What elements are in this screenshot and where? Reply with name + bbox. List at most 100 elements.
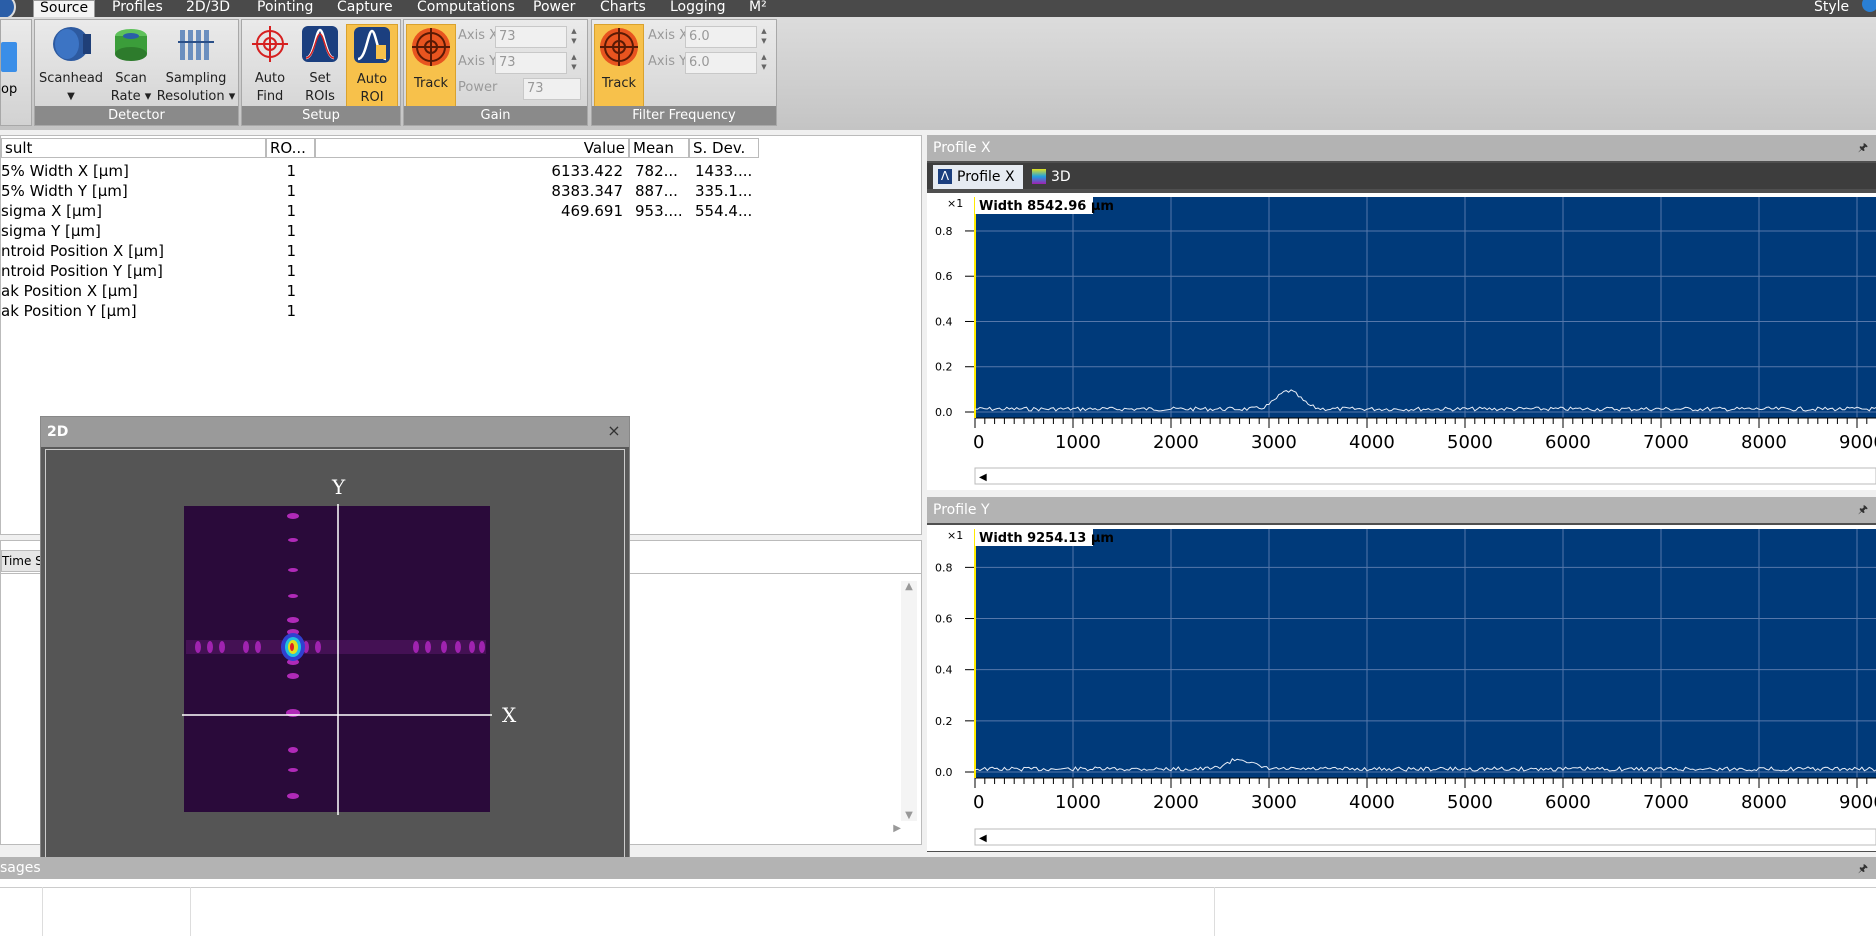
beam-image-viewport: Y X [45, 449, 625, 859]
x-tick-label: 1000 [1055, 432, 1101, 453]
pin-icon[interactable]: 🖈 [1858, 501, 1868, 520]
gain-power-label: Power [458, 80, 498, 95]
vertical-scrollbar[interactable]: ▲ ▼ [901, 581, 917, 821]
scanhead-button[interactable]: Scanhead ▼ [39, 24, 103, 106]
gain-axis-y-input[interactable]: 73 [495, 52, 567, 74]
result-name: 5% Width X [µm] [1, 162, 129, 180]
plot-area [975, 529, 1876, 778]
tab-source[interactable]: Source [33, 0, 96, 18]
table-row[interactable]: 5% Width Y [µm] 1 8383.347 887... 335.1... [1, 181, 901, 201]
horizontal-scrollbar[interactable]: ▶ [621, 823, 901, 839]
table-row[interactable]: ak Position Y [µm] 1 [1, 301, 901, 321]
filter-axis-x-input[interactable]: 6.0 [685, 26, 757, 48]
tab-computations[interactable]: Computations [417, 0, 515, 17]
set-rois-button[interactable]: Set ROIs [295, 24, 345, 106]
x-tick-label: 7000 [1643, 432, 1689, 453]
y-tick-label: 0.2 [935, 715, 953, 728]
pin-icon[interactable]: 🖈 [1858, 139, 1868, 158]
tab-capture[interactable]: Capture [337, 0, 393, 17]
filter-track-button[interactable]: Track [594, 24, 644, 108]
y-tick-label: 0.6 [935, 270, 953, 283]
table-row[interactable]: ntroid Position Y [µm] 1 [1, 261, 901, 281]
y-tick-label: 0.0 [935, 766, 953, 779]
x-tick-label: 5000 [1447, 792, 1493, 813]
x-tick-label: 7000 [1643, 792, 1689, 813]
stop-button[interactable]: op [1, 82, 17, 97]
tab-2d3d[interactable]: 2D/3D [186, 0, 230, 17]
scroll-right-arrow[interactable]: ▶ [893, 823, 901, 834]
result-roi: 1 [286, 262, 296, 280]
window-2d-title[interactable]: 2D [41, 417, 629, 447]
table-row[interactable]: ntroid Position X [µm] 1 [1, 241, 901, 261]
auto-find-button[interactable]: Auto Find [245, 24, 295, 106]
auto-roi-button[interactable]: Auto ROI [346, 24, 398, 108]
tab-power[interactable]: Power [533, 0, 575, 17]
window-2d[interactable]: 2D × Y X [40, 416, 630, 864]
scan-rate-button[interactable]: Scan Rate ▾ [101, 24, 161, 106]
gain-axis-x-input[interactable]: 73 [495, 26, 567, 48]
x-tick-label: 5000 [1447, 432, 1493, 453]
column-header-mean[interactable]: Mean [629, 138, 689, 158]
auto-roi-icon [354, 27, 390, 63]
tab-profile-x[interactable]: Λ Profile X [933, 165, 1023, 189]
table-row[interactable]: sigma X [µm] 1 469.691 953.... 554.4... [1, 201, 901, 221]
result-name: 5% Width Y [µm] [1, 182, 128, 200]
scroll-up-arrow[interactable]: ▲ [901, 581, 917, 592]
gain-track-button[interactable]: Track [406, 24, 456, 108]
filter-axis-x-label: Axis X [648, 28, 689, 43]
y-tick-label: 0.0 [935, 406, 953, 419]
filter-axis-y-stepper[interactable]: ▲ ▼ [757, 52, 771, 74]
tab-logging[interactable]: Logging [670, 0, 726, 17]
column-header-sdev[interactable]: S. Dev. [689, 138, 759, 158]
messages-grid-divider [42, 887, 43, 936]
pin-icon[interactable]: 🖈 [1858, 860, 1868, 879]
x-tick-label: 9000 [1839, 792, 1876, 813]
result-roi: 1 [286, 162, 296, 180]
x-axis-label: X [502, 703, 517, 727]
column-header-result[interactable]: sult [1, 138, 266, 158]
beam-image: Y X [182, 475, 517, 815]
filter-axis-y-input[interactable]: 6.0 [685, 52, 757, 74]
column-header-value[interactable]: Value [315, 138, 629, 158]
sampling-resolution-button[interactable]: Sampling Resolution ▾ [153, 24, 239, 106]
scroll-left-arrow[interactable]: ◀ [979, 472, 987, 483]
tab-pointing[interactable]: Pointing [257, 0, 313, 17]
width-label: Width 8542.96 µm [979, 199, 1114, 214]
gain-axis-x-stepper[interactable]: ▲ ▼ [567, 26, 581, 48]
result-name: sigma Y [µm] [1, 222, 101, 240]
tab-charts[interactable]: Charts [600, 0, 646, 17]
table-row[interactable]: 5% Width X [µm] 1 6133.422 782... 1433.... [1, 161, 901, 181]
profile-y-title: Profile Y [927, 497, 1876, 523]
horizontal-scrollbar[interactable] [974, 467, 1876, 485]
result-name: ntroid Position X [µm] [1, 242, 164, 260]
result-sdev: 1433.... [695, 162, 753, 180]
track-icon [600, 28, 638, 66]
gain-axis-y-label: Axis Y [458, 54, 498, 69]
style-menu[interactable]: Style [1814, 0, 1849, 17]
beam-peak-core [290, 643, 294, 651]
table-row[interactable]: ak Position X [µm] 1 [1, 281, 901, 301]
profile-y-chart: 0.8 0.6 0.4 0.2 0.0 0 1000 2000 3000 4000 5000 6000… [935, 529, 1876, 846]
lower-left-tab[interactable]: Time St [1, 550, 43, 572]
tab-m2[interactable]: M² [749, 0, 767, 17]
scroll-left-arrow[interactable]: ◀ [979, 833, 987, 844]
close-icon[interactable]: × [605, 422, 623, 440]
column-header-roi[interactable]: RO... [266, 138, 315, 158]
tab-profiles[interactable]: Profiles [112, 0, 163, 17]
gain-power-input[interactable]: 73 [523, 78, 581, 100]
result-roi: 1 [286, 222, 296, 240]
tab-3d-label: 3D [1051, 169, 1071, 185]
tab-3d[interactable]: 3D [1027, 165, 1079, 189]
stop-icon [1, 42, 17, 72]
filter-axis-x-stepper[interactable]: ▲ ▼ [757, 26, 771, 48]
table-row[interactable]: sigma Y [µm] 1 [1, 221, 901, 241]
scroll-down-arrow[interactable]: ▼ [901, 810, 917, 821]
gain-axis-y-stepper[interactable]: ▲ ▼ [567, 52, 581, 74]
help-icon[interactable] [1862, 0, 1876, 12]
result-roi: 1 [286, 282, 296, 300]
width-label: Width 9254.13 µm [979, 531, 1114, 546]
profile-x-plot: 0.8 0.6 0.4 0.2 0.0 0 1000 2000 3000 4000 5000 6000… [927, 193, 1876, 490]
y-tick-label: 0.4 [935, 315, 953, 328]
messages-grid-divider [190, 887, 191, 936]
horizontal-scrollbar[interactable] [974, 828, 1876, 846]
